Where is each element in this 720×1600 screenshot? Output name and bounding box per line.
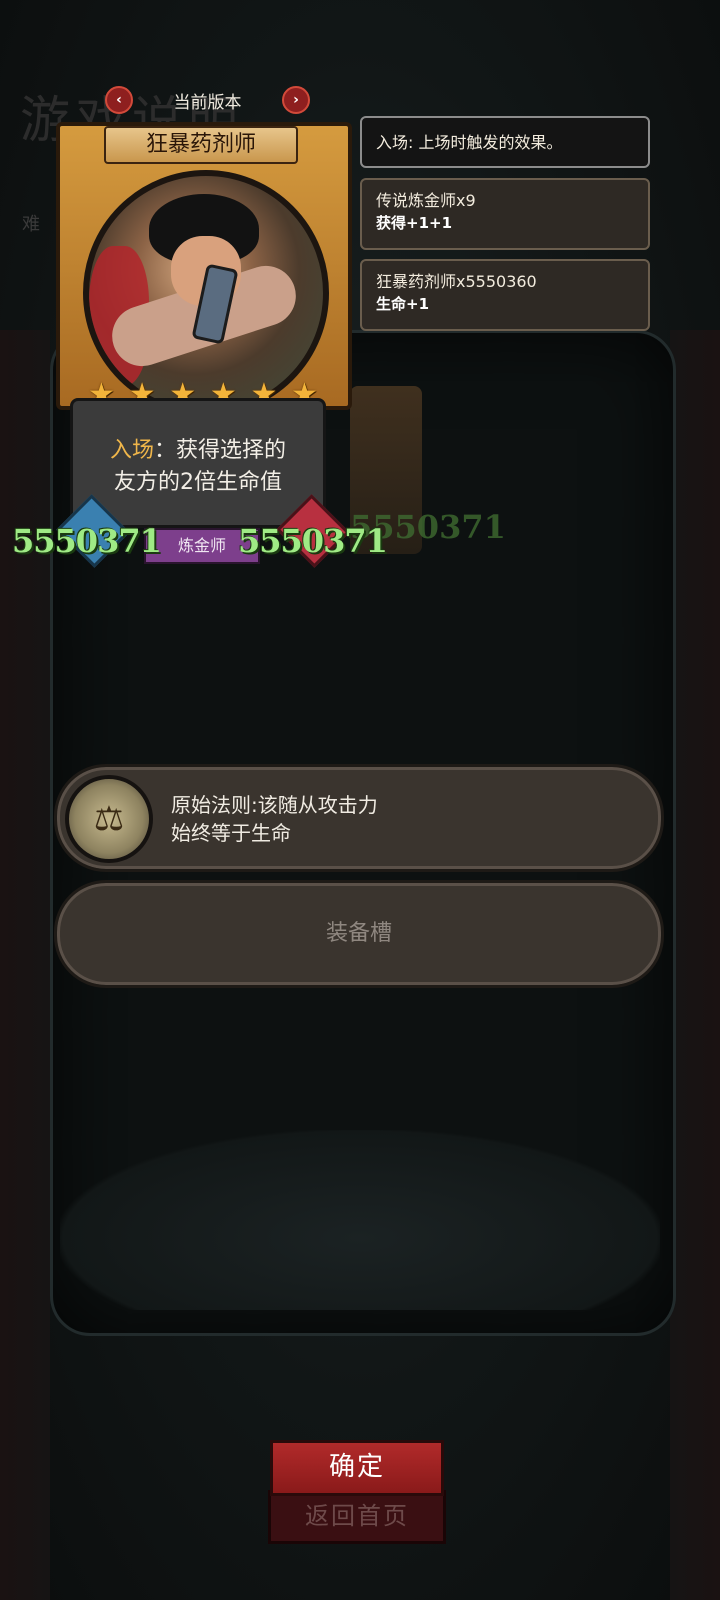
equipment-slot[interactable]: 装备槽 xyxy=(54,880,664,988)
buff-source: 传说炼金师x9 xyxy=(376,191,476,210)
return-home-button[interactable]: 返回首页 xyxy=(268,1490,446,1544)
law-text: 原始法则:该随从攻击力 始终等于生命 xyxy=(171,791,378,847)
board-decoration xyxy=(60,1130,660,1310)
buff-source: 狂暴药剂师x5550360 xyxy=(376,272,537,291)
background-small-text: 难 xyxy=(22,214,40,235)
chevron-right-icon[interactable]: › xyxy=(282,86,310,114)
scales-icon: ⚖ xyxy=(65,775,153,863)
buff-effect: 生命+1 xyxy=(376,295,430,313)
keyword-tooltip: 入场: 上场时触发的效果。 xyxy=(360,116,650,168)
buff-effect: 获得+1+1 xyxy=(376,214,453,232)
buff-entry: 狂暴药剂师x5550360 生命+1 xyxy=(360,259,650,331)
card-name: 狂暴药剂师 xyxy=(104,126,298,164)
version-selector: ‹ 当前版本 › xyxy=(105,86,310,114)
tooltip-text: 入场: 上场时触发的效果。 xyxy=(376,133,563,152)
left-pillar xyxy=(0,330,50,1600)
right-pillar xyxy=(670,330,720,1600)
buff-entry: 传说炼金师x9 获得+1+1 xyxy=(360,178,650,250)
law-line1: 原始法则:该随从攻击力 xyxy=(171,793,378,817)
desc-line2: 友方的2倍生命值 xyxy=(114,470,282,495)
attack-value: 5550371 xyxy=(12,522,162,560)
law-row[interactable]: ⚖ 原始法则:该随从攻击力 始终等于生命 xyxy=(54,764,664,872)
health-value: 5550371 xyxy=(238,522,388,560)
card-description: 入场：获得选择的 友方的2倍生命值 xyxy=(70,398,326,528)
law-line2: 始终等于生命 xyxy=(171,821,291,845)
keyword-battlecry: 入场 xyxy=(109,438,154,463)
minion-card[interactable]: 狂暴药剂师 ★ ★ ★ ★ ★ ★ 入场：获得选择的 友方的2倍生命值 炼金师 … xyxy=(12,122,388,568)
confirm-button[interactable]: 确定 xyxy=(270,1440,444,1496)
version-label: 当前版本 xyxy=(173,93,242,113)
desc-line1: ：获得选择的 xyxy=(154,438,287,463)
